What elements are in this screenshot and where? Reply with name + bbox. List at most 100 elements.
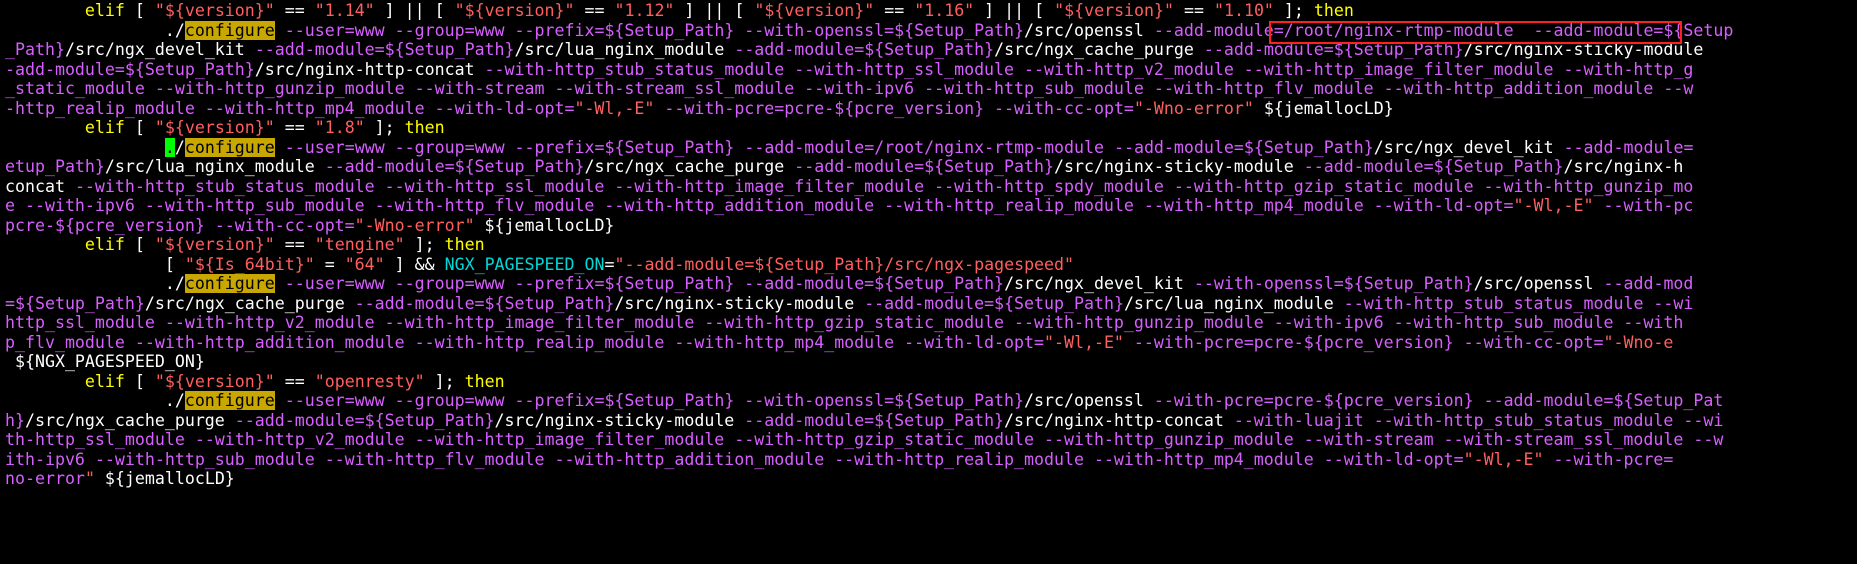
code-token: " xyxy=(84,469,95,488)
code-token: --add-module=${Setup_Path} xyxy=(324,157,585,176)
code-token: _static_module --with-http_gunzip_module… xyxy=(5,79,1694,98)
code-token: elif xyxy=(5,1,125,20)
code-token: --with-pcre=pcre-${pcre_version} --with-… xyxy=(654,98,1134,118)
code-token: "1.14" xyxy=(314,1,375,20)
code-token: elif xyxy=(5,371,125,391)
code-token: /src/openssl xyxy=(1024,20,1154,40)
code-token: "${version}" xyxy=(454,1,575,20)
code-token: =${Setup_Path} xyxy=(5,293,145,313)
code-token: ]; xyxy=(1273,1,1314,20)
code-token: --user=www --group=www --prefix=${Setup_… xyxy=(284,274,1005,293)
code-token: --with-http_stub_status_module --with-ht… xyxy=(74,176,1694,196)
code-token: = xyxy=(604,254,615,274)
code-token: "1.8" xyxy=(314,118,365,137)
code-token: /src/nginx-http-concat xyxy=(1004,410,1234,430)
code-token: then xyxy=(404,118,445,137)
code-token: "1.16" xyxy=(914,1,975,20)
code-token: "${version}" xyxy=(1054,1,1175,20)
code-token: == xyxy=(274,1,315,20)
search-match: configure xyxy=(184,137,275,157)
code-token: then xyxy=(1313,1,1354,20)
code-token: --add-module=${Setup_Path} xyxy=(254,40,515,59)
code-token: then xyxy=(444,235,485,254)
code-token: /src/nginx-sticky-module xyxy=(1463,40,1704,59)
code-token: [ xyxy=(5,254,185,274)
code-token: "${version}" xyxy=(754,1,875,20)
code-token: ]; xyxy=(364,118,405,137)
code-token: "${version}" xyxy=(154,235,275,254)
code-token: ] || [ xyxy=(374,1,455,20)
code-token: "-Wl,-E" xyxy=(1044,332,1124,352)
search-match: configure xyxy=(184,20,275,40)
code-token: [ xyxy=(124,118,155,137)
code-token: --add-module=${Setup_Path} xyxy=(744,410,1005,430)
code-token: "-Wno-e xyxy=(1603,332,1674,352)
code-token: th-http_ssl_module --with-http_v2_module… xyxy=(5,430,1724,449)
code-token: /src/lua_nginx_module xyxy=(104,157,325,176)
code-token: /src/ngx_cache_purge xyxy=(24,410,235,430)
code-token: /src/nginx-http-concat xyxy=(254,59,485,79)
code-token: --with-luajit --with-http_stub_status_mo… xyxy=(1233,410,1724,430)
code-token: etup_Path} xyxy=(5,157,105,176)
code-token: "1.10" xyxy=(1213,1,1274,20)
code-token: -http_realip_module --with-http_mp4_modu… xyxy=(5,98,575,118)
code-token: == xyxy=(1174,1,1214,20)
code-token: == xyxy=(574,1,615,20)
code-token: [ xyxy=(124,371,155,391)
code-token: ./ xyxy=(5,274,185,293)
code-token: "64" xyxy=(344,254,385,274)
code-token: /src/nginx-sticky-module xyxy=(494,410,745,430)
code-token: /src/ngx_cache_purge xyxy=(584,157,795,176)
code-token: _Path} xyxy=(5,40,65,59)
code-token: "${version}" xyxy=(154,118,275,137)
code-token: http_ssl_module --with-http_v2_module --… xyxy=(5,313,1684,332)
code-token: / xyxy=(174,137,185,157)
code-token: "${Is_64bit}" xyxy=(184,254,315,274)
code-token: "-Wno-error" xyxy=(1133,98,1254,118)
code-token: "tengine" xyxy=(314,235,405,254)
code-token: /src/ngx_devel_kit xyxy=(1004,274,1194,293)
search-match: configure xyxy=(184,391,275,410)
terminal-window[interactable]: elif [ "${version}" == "1.14" ] || [ "${… xyxy=(0,0,1857,564)
code-token: ${jemallocLD} xyxy=(1253,98,1394,118)
code-token: == xyxy=(874,1,915,20)
code-token: --with-pcre=pcre-${pcre_version} --add-m… xyxy=(1153,391,1724,410)
code-token: "-Wl,-E" xyxy=(1513,196,1594,215)
code-token: "openresty" xyxy=(314,371,425,391)
code-token: --add-module=${Setup_Path} xyxy=(734,40,995,59)
code-token: --user=www --group=www --prefix=${Setup_… xyxy=(284,391,1025,410)
code-token: /src/ngx_cache_purge xyxy=(144,293,355,313)
code-token: ${NGX_PAGESPEED_ON} xyxy=(5,352,205,371)
text-cursor: . xyxy=(164,137,175,157)
code-token: e --with-ipv6 --with-http_sub_module --w… xyxy=(5,196,1514,215)
code-token: --add-module=${Setup_Path} xyxy=(1303,157,1564,176)
code-token: ./ xyxy=(5,20,185,40)
code-token: ./ xyxy=(5,391,185,410)
code-token: /src/ngx_devel_kit xyxy=(64,40,255,59)
code-token: --add-module=${Setup_Path} xyxy=(354,293,615,313)
code-token: NGX_PAGESPEED_ON xyxy=(444,254,605,274)
code-token: then xyxy=(464,371,505,391)
code-token: [ xyxy=(124,1,155,20)
code-token: /src/nginx-sticky-module xyxy=(614,293,865,313)
code-token: --with-http_stub_status_module --with-ht… xyxy=(484,59,1694,79)
code-token: ith-ipv6 --with-http_sub_module --with-h… xyxy=(5,449,1464,469)
code-token: --add-mod xyxy=(1603,274,1694,293)
code-token: --add-module=${Setup xyxy=(1533,20,1734,40)
code-token: "-Wl,-E" xyxy=(1463,449,1544,469)
code-token: --add-module= xyxy=(1563,137,1694,157)
code-token: --user=www --group=www --prefix=${Setup_… xyxy=(284,20,1025,40)
code-line: no-error" ${jemallocLD} xyxy=(5,467,1857,490)
code-token: ]; xyxy=(404,235,445,254)
code-token: no-error xyxy=(5,469,85,488)
code-token: /src/ngx_cache_purge xyxy=(994,40,1204,59)
code-token: "${version}" xyxy=(154,371,275,391)
code-token: = xyxy=(314,254,345,274)
code-token: --with-pcre= xyxy=(1543,449,1674,469)
code-token: --with-pcre=pcre-${pcre_version} --with-… xyxy=(1123,332,1604,352)
code-token: "-Wl,-E" xyxy=(574,98,655,118)
